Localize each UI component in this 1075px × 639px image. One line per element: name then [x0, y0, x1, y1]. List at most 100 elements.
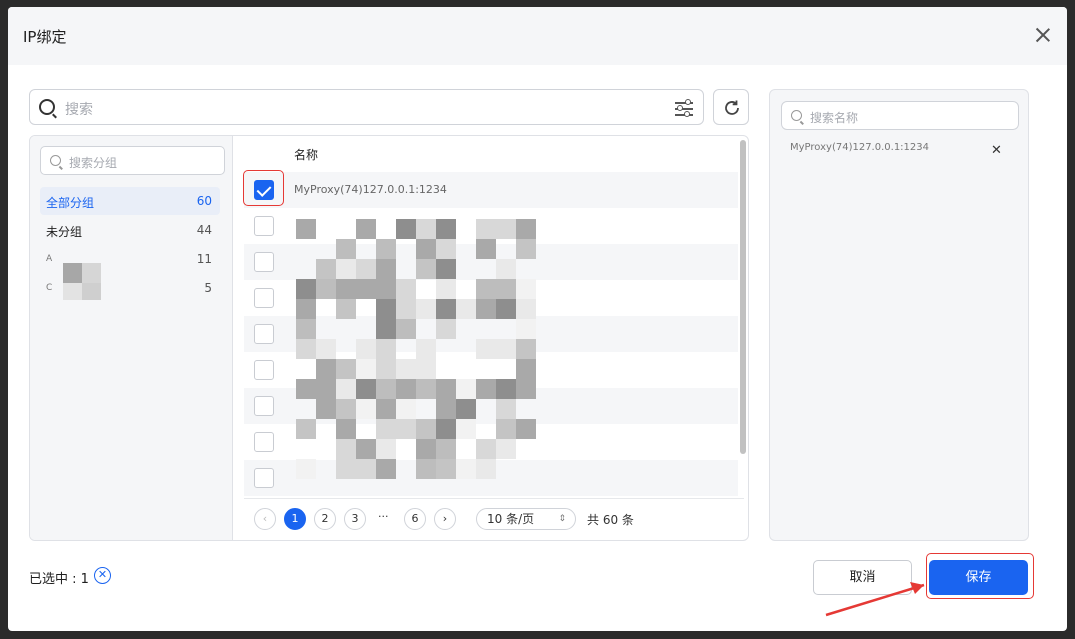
redacted-block: [82, 263, 101, 283]
row-checkbox[interactable]: [254, 468, 274, 488]
page-6-button[interactable]: 6: [404, 508, 426, 530]
redacted-block: [476, 439, 496, 459]
redacted-block: [63, 283, 82, 300]
search-placeholder: 搜索: [65, 102, 93, 118]
save-button[interactable]: 保存: [929, 560, 1028, 595]
redacted-block: [416, 379, 436, 399]
redacted-block: [436, 279, 456, 299]
redacted-block: [396, 399, 416, 419]
close-icon[interactable]: [1033, 25, 1053, 45]
page-3-button[interactable]: 3: [344, 508, 366, 530]
redacted-block: [376, 419, 396, 439]
redacted-block: [356, 279, 376, 299]
redacted-block: [516, 359, 536, 379]
selected-count: 已选中 : 1: [29, 572, 89, 587]
redacted-block: [376, 459, 396, 479]
group-sidebar: 搜索分组 全部分组 60 未分组 44 A 11 C 5: [30, 136, 233, 540]
annotation-arrow: [825, 582, 925, 617]
group-search-placeholder: 搜索分组: [69, 156, 118, 170]
group-item-count: 44: [196, 223, 212, 237]
redacted-block: [516, 219, 536, 239]
group-item-all[interactable]: 全部分组 60: [40, 187, 220, 215]
row-checkbox[interactable]: [254, 324, 274, 344]
redacted-block: [496, 379, 516, 399]
redacted-block: [296, 419, 316, 439]
chevron-updown-icon: ⇕: [558, 514, 566, 524]
row-checkbox[interactable]: [254, 360, 274, 380]
redacted-block: [436, 319, 456, 339]
redacted-block: [496, 259, 516, 279]
redacted-block: [516, 319, 536, 339]
row-checkbox[interactable]: [254, 288, 274, 308]
row-checkbox[interactable]: [254, 216, 274, 236]
total-count: 共 60 条: [587, 513, 634, 527]
redacted-block: [496, 339, 516, 359]
redacted-block: [316, 399, 336, 419]
redacted-block: [376, 399, 396, 419]
proxy-list: 名称 MyProxy(74)127.0.0.1:1234 ‹ 1 2 3 ···…: [234, 136, 748, 540]
redacted-block: [476, 279, 496, 299]
page-1-button[interactable]: 1: [284, 508, 306, 530]
list-scrollbar[interactable]: [740, 140, 746, 454]
redacted-block: [496, 399, 516, 419]
redacted-block: [416, 419, 436, 439]
redacted-block: [336, 459, 356, 479]
redacted-mosaic: [296, 219, 546, 484]
group-search-input[interactable]: 搜索分组: [40, 146, 225, 175]
redacted-block: [356, 459, 376, 479]
redacted-block: [416, 259, 436, 279]
redacted-block: [436, 299, 456, 319]
redacted-block: [336, 439, 356, 459]
list-row[interactable]: MyProxy(74)127.0.0.1:1234: [244, 172, 738, 208]
selected-search-input[interactable]: 搜索名称: [781, 101, 1019, 130]
redacted-block: [356, 219, 376, 239]
redacted-block: [296, 279, 316, 299]
filter-icon[interactable]: [675, 99, 693, 117]
row-checkbox[interactable]: [254, 396, 274, 416]
redacted-block: [316, 379, 336, 399]
redacted-block: [316, 279, 336, 299]
redacted-block: [356, 259, 376, 279]
refresh-icon: [725, 100, 739, 115]
clear-selection-icon[interactable]: ✕: [94, 567, 111, 584]
redacted-block: [476, 459, 496, 479]
selected-search-placeholder: 搜索名称: [810, 111, 859, 125]
group-item-count: 60: [196, 194, 212, 208]
redacted-block: [356, 379, 376, 399]
redacted-block: [476, 219, 496, 239]
remove-selected-icon[interactable]: ✕: [991, 143, 1002, 158]
redacted-block: [336, 359, 356, 379]
page-2-button[interactable]: 2: [314, 508, 336, 530]
redacted-block: [516, 239, 536, 259]
group-item-ungrouped[interactable]: 未分组 44: [40, 216, 220, 244]
row-checkbox[interactable]: [254, 252, 274, 272]
redacted-block: [416, 459, 436, 479]
redacted-block: [376, 299, 396, 319]
prev-page-button[interactable]: ‹: [254, 508, 276, 530]
next-page-button[interactable]: ›: [434, 508, 456, 530]
redacted-block: [376, 319, 396, 339]
redacted-block: [516, 279, 536, 299]
redacted-block: [436, 259, 456, 279]
redacted-block: [436, 239, 456, 259]
redacted-block: [496, 439, 516, 459]
redacted-block: [496, 219, 516, 239]
row-checkbox[interactable]: [254, 432, 274, 452]
page-size-select[interactable]: 10 条/页 ⇕: [476, 508, 576, 530]
redacted-block: [296, 339, 316, 359]
proxy-list-panel: 搜索分组 全部分组 60 未分组 44 A 11 C 5 名称 MyProxy(…: [29, 135, 749, 541]
redacted-block: [476, 299, 496, 319]
redacted-block: [456, 399, 476, 419]
search-icon: [50, 155, 61, 166]
group-item-label: 未分组: [46, 225, 83, 239]
search-input[interactable]: 搜索: [29, 89, 704, 125]
redacted-block: [396, 279, 416, 299]
redacted-block: [296, 299, 316, 319]
redacted-block: [336, 399, 356, 419]
redacted-block: [336, 279, 356, 299]
redacted-block: [316, 339, 336, 359]
refresh-button[interactable]: [713, 89, 749, 125]
redacted-block: [456, 459, 476, 479]
redacted-block: [496, 419, 516, 439]
redacted-block: [82, 283, 101, 300]
